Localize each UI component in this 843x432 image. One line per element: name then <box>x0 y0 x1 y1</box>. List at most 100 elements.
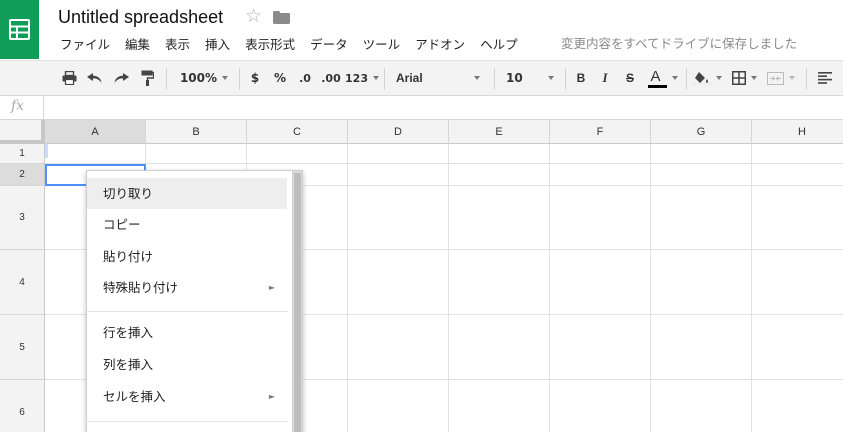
gridline <box>347 144 348 432</box>
menu-edit[interactable]: 編集 <box>125 36 150 54</box>
select-all-corner[interactable] <box>0 120 45 144</box>
submenu-arrow-icon: ► <box>268 392 275 401</box>
gridline <box>549 144 550 432</box>
text-color-glyph: A <box>650 68 661 85</box>
fx-icon: fx <box>11 98 25 114</box>
context-menu-divider <box>87 421 288 422</box>
context-menu-insert-row[interactable]: 行を挿入 <box>87 317 287 348</box>
column-header-c[interactable]: C <box>247 120 348 144</box>
percent-format-button[interactable]: % <box>270 61 290 95</box>
context-menu-insert-column[interactable]: 列を挿入 <box>87 349 287 380</box>
context-menu-label: コピー <box>103 217 141 232</box>
currency-format-button[interactable]: $ <box>246 61 264 95</box>
toolbar: 100% $ % .0 .00 123 Arial 10 B I S A <box>0 60 843 96</box>
menu-format[interactable]: 表示形式 <box>245 36 295 54</box>
context-menu-scrollbar[interactable] <box>292 171 302 432</box>
app-header: Untitled spreadsheet ☆ ファイル 編集 表示 挿入 表示形… <box>0 0 843 60</box>
fill-color-button[interactable] <box>692 61 724 95</box>
toolbar-separator <box>494 68 495 90</box>
row-header-6[interactable]: 6 <box>0 380 45 432</box>
context-menu-cut[interactable]: 切り取り <box>87 178 287 209</box>
paint-format-icon <box>141 70 154 86</box>
column-header-b[interactable]: B <box>146 120 247 144</box>
toolbar-separator <box>239 68 240 90</box>
context-menu: 切り取り コピー 貼り付け 特殊貼り付け ► 行を挿入 列を挿入 セルを挿入 ► <box>86 170 303 432</box>
chevron-down-icon <box>789 76 795 80</box>
text-color-button[interactable]: A <box>645 61 679 95</box>
context-menu-copy[interactable]: コピー <box>87 209 287 240</box>
context-menu-label: 行を挿入 <box>103 325 154 340</box>
menu-help[interactable]: ヘルプ <box>480 36 518 54</box>
number-format-select[interactable]: 123 <box>345 61 379 95</box>
redo-icon <box>114 72 129 83</box>
scrollbar-thumb[interactable] <box>294 173 301 432</box>
row-header-3[interactable]: 3 <box>0 186 45 250</box>
column-header-d[interactable]: D <box>348 120 449 144</box>
undo-icon <box>87 72 102 83</box>
toolbar-separator <box>384 68 385 90</box>
formula-input[interactable] <box>46 98 826 117</box>
menu-data[interactable]: データ <box>310 36 348 54</box>
decrease-decimal-button[interactable]: .0 <box>294 61 316 95</box>
redo-button[interactable] <box>110 61 132 95</box>
zoom-select[interactable]: 100% <box>176 61 232 95</box>
text-color-swatch <box>647 85 667 88</box>
toolbar-separator <box>686 68 687 90</box>
context-menu-label: 貼り付け <box>103 249 154 264</box>
gridline <box>751 144 752 432</box>
toolbar-separator <box>166 68 167 90</box>
sheets-logo-icon <box>9 19 30 40</box>
menu-insert[interactable]: 挿入 <box>205 36 230 54</box>
borders-button[interactable] <box>728 61 760 95</box>
chevron-down-icon <box>474 76 480 80</box>
gridline <box>650 144 651 432</box>
menu-tools[interactable]: ツール <box>363 36 401 54</box>
context-menu-paste-special[interactable]: 特殊貼り付け ► <box>87 272 287 303</box>
column-header-f[interactable]: F <box>550 120 651 144</box>
column-header-a[interactable]: A <box>45 120 146 144</box>
row-header-5[interactable]: 5 <box>0 315 45 380</box>
formula-bar-separator <box>43 96 44 119</box>
document-title[interactable]: Untitled spreadsheet <box>58 7 223 28</box>
font-family-value: Arial <box>396 71 423 85</box>
context-menu-insert-cells[interactable]: セルを挿入 ► <box>87 381 287 412</box>
row-header-1[interactable]: 1 <box>0 144 45 164</box>
chevron-down-icon <box>716 76 722 80</box>
context-menu-paste[interactable]: 貼り付け <box>87 241 287 272</box>
strikethrough-button[interactable]: S <box>621 61 639 95</box>
column-header-e[interactable]: E <box>449 120 550 144</box>
context-menu-label: 特殊貼り付け <box>103 280 179 295</box>
increase-decimal-button[interactable]: .00 <box>318 61 344 95</box>
print-button[interactable] <box>58 61 80 95</box>
chevron-down-icon <box>222 76 229 80</box>
menu-addons[interactable]: アドオン <box>415 36 465 54</box>
column-header-h[interactable]: H <box>752 120 843 144</box>
undo-button[interactable] <box>84 61 106 95</box>
row-header-2[interactable]: 2 <box>0 164 45 186</box>
column-header-g[interactable]: G <box>651 120 752 144</box>
sheets-logo[interactable] <box>0 0 39 59</box>
folder-icon[interactable] <box>273 11 290 24</box>
star-icon[interactable]: ☆ <box>245 6 262 26</box>
paint-format-button[interactable] <box>136 61 158 95</box>
row-header-4[interactable]: 4 <box>0 250 45 315</box>
merge-cells-button[interactable] <box>762 61 800 95</box>
chevron-down-icon <box>671 76 678 80</box>
submenu-arrow-icon: ► <box>268 283 275 292</box>
menu-view[interactable]: 表示 <box>165 36 190 54</box>
bold-button[interactable]: B <box>572 61 590 95</box>
context-menu-label: セルを挿入 <box>103 389 166 404</box>
gridline <box>448 144 449 432</box>
font-size-select[interactable]: 10 <box>502 61 558 95</box>
font-family-select[interactable]: Arial <box>392 61 484 95</box>
fill-color-icon <box>694 71 711 86</box>
context-menu-divider <box>87 311 288 312</box>
context-menu-label: 列を挿入 <box>103 357 154 372</box>
horizontal-align-button[interactable] <box>813 61 837 95</box>
menu-file[interactable]: ファイル <box>60 36 110 54</box>
italic-button[interactable]: I <box>596 61 614 95</box>
chevron-down-icon <box>750 76 757 80</box>
print-icon <box>62 71 76 85</box>
chevron-down-icon <box>548 76 554 80</box>
save-status: 変更内容をすべてドライブに保存しました <box>561 36 798 51</box>
